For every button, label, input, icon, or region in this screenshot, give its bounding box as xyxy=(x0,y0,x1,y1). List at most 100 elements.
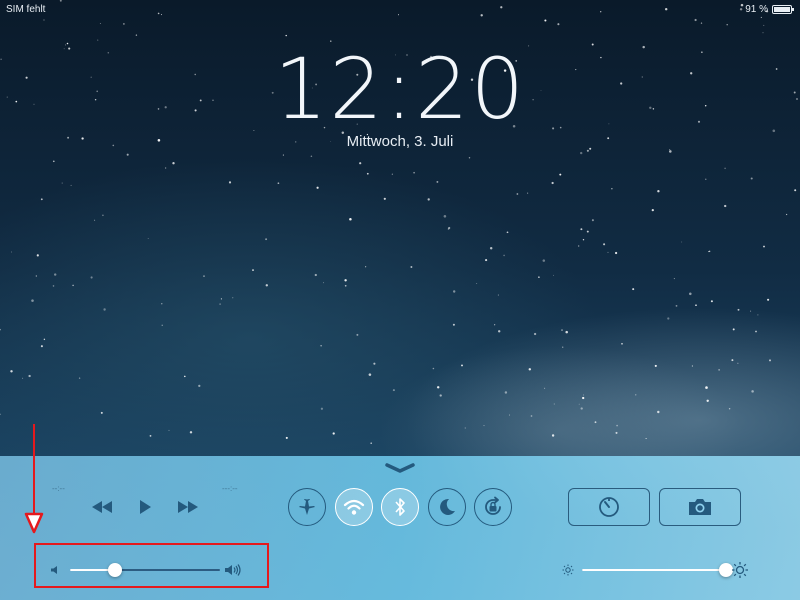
star xyxy=(582,396,585,400)
star xyxy=(368,373,372,376)
star xyxy=(165,167,167,169)
star xyxy=(22,377,24,379)
star xyxy=(43,338,46,341)
star xyxy=(785,213,788,216)
star xyxy=(551,434,555,437)
star xyxy=(392,389,395,392)
wifi-toggle[interactable] xyxy=(335,488,373,526)
battery-percent: 91 % xyxy=(745,4,768,15)
carrier-label: SIM fehlt xyxy=(6,4,46,15)
bluetooth-toggle[interactable] xyxy=(381,488,419,526)
brightness-track-fill xyxy=(582,569,726,571)
star xyxy=(265,238,268,241)
star xyxy=(70,184,72,186)
star xyxy=(285,436,288,439)
star xyxy=(452,290,456,293)
star xyxy=(504,391,508,394)
star xyxy=(464,427,466,429)
star xyxy=(673,278,675,280)
star xyxy=(436,386,440,389)
star xyxy=(219,303,221,305)
star xyxy=(161,324,163,326)
star xyxy=(700,22,703,24)
do-not-disturb-toggle[interactable] xyxy=(428,488,466,526)
star xyxy=(527,192,529,194)
star xyxy=(706,399,709,402)
star xyxy=(751,390,754,393)
brightness-min-icon xyxy=(558,560,578,580)
star xyxy=(611,188,613,190)
star xyxy=(11,251,13,253)
star xyxy=(603,243,606,246)
star xyxy=(651,208,654,212)
rewind-button[interactable] xyxy=(87,496,117,518)
star xyxy=(657,190,660,193)
rotation-lock-toggle[interactable] xyxy=(474,488,512,526)
chevron-down-icon[interactable] xyxy=(384,462,416,474)
star xyxy=(365,266,367,268)
star xyxy=(323,282,325,284)
star xyxy=(94,219,96,221)
star xyxy=(40,198,43,201)
star xyxy=(383,197,386,200)
brightness-max-icon xyxy=(730,560,750,580)
star xyxy=(135,34,138,36)
star xyxy=(705,178,707,180)
fast-forward-icon xyxy=(178,501,198,513)
star xyxy=(147,238,149,239)
camera-icon xyxy=(689,499,711,515)
star xyxy=(694,18,697,22)
moon-icon xyxy=(440,498,455,515)
star xyxy=(726,23,728,26)
star xyxy=(591,219,594,222)
star xyxy=(582,239,585,241)
star xyxy=(102,214,104,217)
star xyxy=(533,332,537,336)
star xyxy=(732,328,735,331)
star xyxy=(767,298,770,301)
star xyxy=(439,394,442,397)
camera-button[interactable] xyxy=(659,488,741,526)
star xyxy=(616,424,618,427)
star xyxy=(506,231,509,234)
media-remaining-time: -‑-:-- xyxy=(222,484,238,493)
star xyxy=(562,346,564,348)
star xyxy=(705,386,708,389)
star xyxy=(689,292,692,296)
wifi-icon xyxy=(343,499,365,515)
star xyxy=(553,403,555,405)
star xyxy=(40,345,43,348)
airplane-mode-toggle[interactable] xyxy=(288,488,326,526)
fast-forward-button[interactable] xyxy=(173,496,203,518)
star xyxy=(349,217,352,221)
star xyxy=(582,394,584,396)
rotation-lock-icon xyxy=(485,496,501,515)
star xyxy=(794,189,797,192)
star xyxy=(762,32,764,34)
star xyxy=(724,204,727,208)
star xyxy=(691,365,693,367)
battery-icon xyxy=(772,5,794,14)
star xyxy=(578,403,580,405)
play-button[interactable] xyxy=(130,496,160,518)
star xyxy=(282,154,284,156)
star xyxy=(198,384,201,388)
star xyxy=(0,328,1,331)
star xyxy=(724,167,726,170)
brightness-slider[interactable] xyxy=(582,560,733,580)
star xyxy=(310,155,313,158)
star xyxy=(0,413,1,415)
star xyxy=(203,275,205,277)
timer-icon xyxy=(599,497,619,517)
star xyxy=(31,299,34,302)
star xyxy=(494,324,496,326)
timer-button[interactable] xyxy=(568,488,650,526)
star xyxy=(172,162,175,165)
status-bar: SIM fehlt 91 % xyxy=(0,0,800,18)
star xyxy=(561,329,563,332)
star xyxy=(586,149,589,152)
airplane-icon xyxy=(299,499,315,515)
star xyxy=(669,150,672,153)
star xyxy=(373,362,376,365)
rewind-icon xyxy=(92,501,112,513)
